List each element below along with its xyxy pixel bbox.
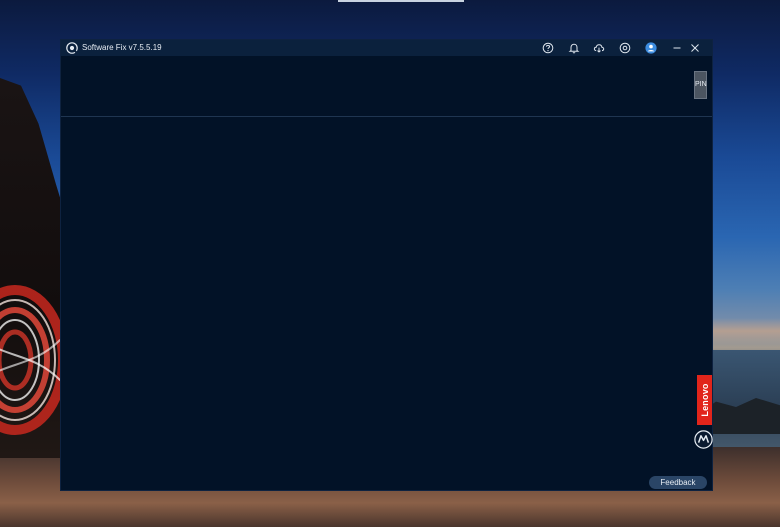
app-logo-icon — [66, 42, 78, 54]
minimize-icon[interactable] — [670, 41, 684, 55]
feedback-button[interactable]: Feedback — [649, 476, 707, 489]
header-panel — [61, 56, 712, 117]
title-bar[interactable]: Software Fix v7.5.5.19 — [61, 40, 712, 56]
app-window: Software Fix v7.5.5.19 PIN Lenovo Feedba… — [60, 39, 713, 491]
cloud-download-icon[interactable] — [593, 42, 605, 54]
desktop-background: Software Fix v7.5.5.19 PIN Lenovo Feedba… — [0, 0, 780, 527]
lenovo-brand-tab: Lenovo — [697, 375, 712, 425]
top-edge-hint — [338, 0, 464, 2]
bell-icon[interactable] — [568, 42, 580, 54]
settings-icon[interactable] — [619, 42, 631, 54]
window-title: Software Fix v7.5.5.19 — [82, 43, 162, 52]
pin-button[interactable]: PIN — [694, 71, 707, 99]
motorola-logo-icon — [694, 430, 713, 449]
lenovo-logo-text: Lenovo — [699, 383, 710, 417]
close-icon[interactable] — [688, 41, 702, 55]
account-icon[interactable] — [645, 42, 657, 54]
help-icon[interactable] — [542, 42, 554, 54]
main-content-area — [61, 117, 712, 492]
